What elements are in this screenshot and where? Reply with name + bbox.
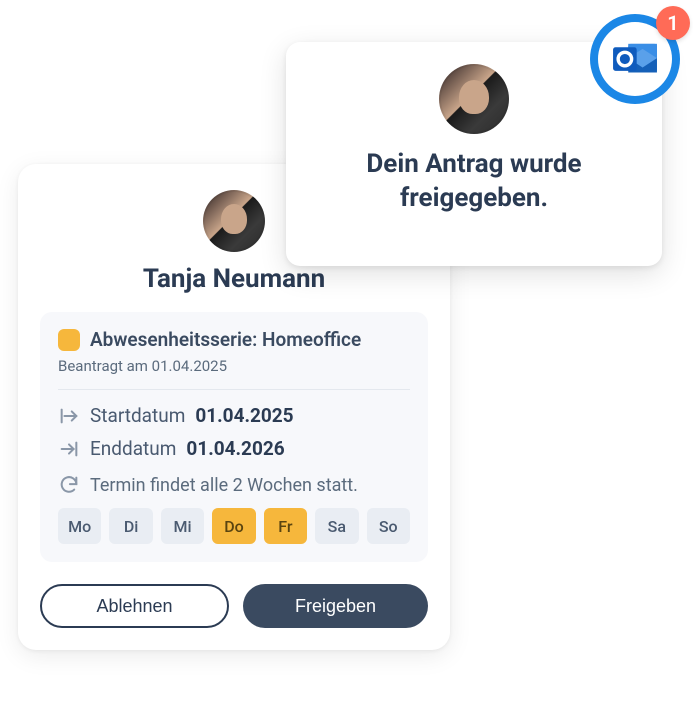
approve-button[interactable]: Freigeben (243, 584, 428, 628)
start-arrow-icon (58, 405, 80, 427)
day-chip[interactable]: Do (212, 508, 255, 544)
day-chip[interactable]: So (367, 508, 410, 544)
button-row: Ablehnen Freigeben (40, 584, 428, 628)
day-row: MoDiMiDoFrSaSo (58, 508, 410, 544)
day-chip[interactable]: Sa (315, 508, 358, 544)
start-date-row: Startdatum 01.04.2025 (58, 404, 410, 427)
notification-text: Dein Antrag wurde freigegeben. (366, 148, 581, 216)
end-date-value: 01.04.2026 (186, 437, 284, 460)
series-header: Abwesenheitsserie: Homeoffice (58, 328, 410, 351)
day-chip[interactable]: Di (109, 508, 152, 544)
start-date-label: Startdatum (90, 404, 185, 427)
end-date-label: Enddatum (90, 437, 176, 460)
details-panel: Abwesenheitsserie: Homeoffice Beantragt … (40, 312, 428, 562)
recurrence-icon (58, 474, 80, 496)
end-date-row: Enddatum 01.04.2026 (58, 437, 410, 460)
divider (58, 389, 410, 390)
start-date-value: 01.04.2025 (195, 404, 293, 427)
outlook-icon (608, 32, 662, 86)
series-color-chip (58, 329, 80, 351)
recurrence-text: Termin findet alle 2 Wochen statt. (90, 475, 358, 496)
notification-line2: freigegeben. (400, 183, 548, 213)
series-title: Abwesenheitsserie: Homeoffice (90, 328, 361, 351)
avatar (203, 190, 265, 252)
day-chip[interactable]: Fr (264, 508, 307, 544)
day-chip[interactable]: Mo (58, 508, 101, 544)
notification-count-badge: 1 (656, 6, 690, 40)
day-chip[interactable]: Mi (161, 508, 204, 544)
avatar (439, 64, 509, 134)
reject-button[interactable]: Ablehnen (40, 584, 229, 628)
end-arrow-icon (58, 438, 80, 460)
requested-on-label: Beantragt am 01.04.2025 (58, 357, 410, 375)
recurrence-row: Termin findet alle 2 Wochen statt. (58, 474, 410, 496)
person-name: Tanja Neumann (40, 264, 428, 294)
notification-line1: Dein Antrag wurde (366, 149, 581, 179)
